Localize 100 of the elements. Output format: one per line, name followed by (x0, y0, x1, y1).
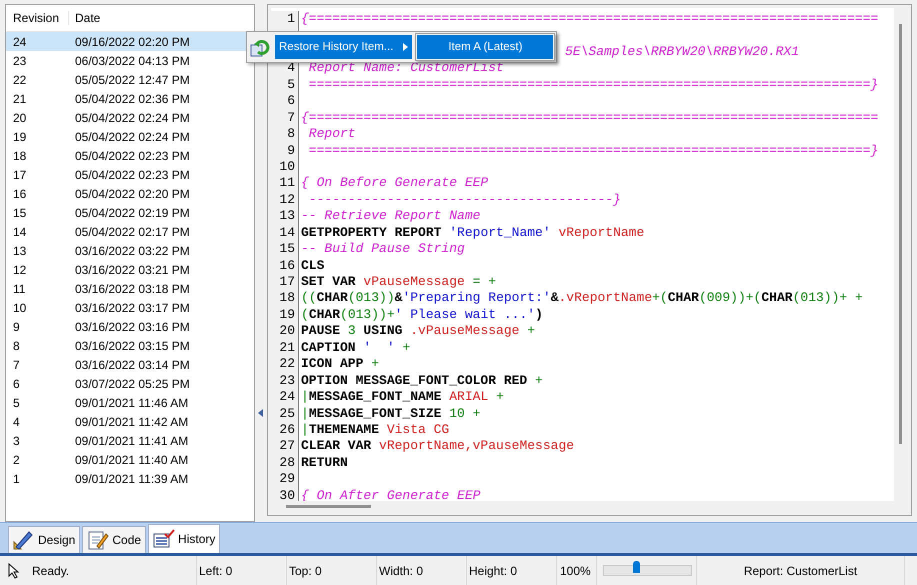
history-row[interactable]: 22 05/05/2022 12:47 PM (6, 70, 254, 89)
revision-cell-text: 14 (12, 224, 28, 238)
revision-cell-text: 8 (12, 338, 21, 352)
history-row[interactable]: 13 03/16/2022 03:22 PM (6, 241, 254, 260)
code-token: CLS (301, 258, 324, 273)
code-token: CHAR (761, 290, 793, 306)
history-row[interactable]: 16 05/04/2022 02:20 PM (6, 184, 254, 203)
code-token: MESSAGE_FONT_SIZE (308, 406, 442, 420)
code-token: CHAR (668, 290, 699, 306)
date-cell-text: 03/16/2022 03:21 PM (74, 262, 190, 276)
history-row[interactable]: 11 03/16/2022 03:18 PM (6, 279, 254, 298)
revision-cell-text: 16 (12, 186, 28, 200)
code-token: RETURN (301, 454, 348, 470)
history-row[interactable]: 1 09/01/2021 11:39 AM (6, 469, 254, 488)
code-token: ) (535, 306, 543, 322)
status-message: Ready. (32, 564, 70, 578)
code-token: PAUSE (301, 323, 342, 338)
history-row[interactable]: 17 05/04/2022 02:23 PM (6, 165, 254, 184)
code-token: ' ' (363, 340, 395, 355)
code-token: {========================================================================= (301, 110, 878, 125)
code-token: Report Name: CustomerList (308, 60, 504, 76)
code-token: + (371, 356, 380, 372)
history-row[interactable]: 5 09/01/2021 11:46 AM (6, 393, 254, 412)
code-editor[interactable] (267, 4, 912, 516)
date-cell-text: 09/01/2021 11:42 AM (74, 414, 188, 428)
code-token: CAPTION (301, 340, 357, 355)
code-token: ARIAL (449, 389, 488, 404)
line-number: 4 (287, 60, 295, 76)
code-token: ========================================================================} (308, 76, 878, 92)
column-header[interactable]: Date (69, 11, 100, 25)
revision-cell-text: 4 (12, 414, 21, 428)
history-row[interactable]: 9 03/16/2022 03:16 PM (6, 317, 254, 336)
history-row[interactable]: 18 05/04/2022 02:23 PM (6, 146, 254, 165)
date-cell-text: 05/04/2022 02:17 PM (74, 224, 190, 238)
date-cell-text: 03/16/2022 03:16 PM (74, 320, 190, 334)
menu-item[interactable]: Restore History Item... (275, 35, 412, 59)
code-token: Vista CG (386, 422, 450, 437)
report-name: Report: CustomerList (744, 564, 858, 578)
submenu-arrow-icon (403, 43, 408, 51)
revision-cell-text: 3 (12, 434, 21, 448)
date-cell-text: 03/16/2022 03:17 PM (74, 300, 190, 314)
line-number: 16 (279, 258, 295, 273)
line-number: 20 (279, 323, 295, 338)
vertical-scrollbar[interactable] (894, 8, 908, 501)
revision-cell-text: 18 (12, 148, 28, 162)
history-row[interactable]: 10 03/16/2022 03:17 PM (6, 298, 254, 317)
date-cell-text: 09/16/2022 02:20 PM (74, 34, 190, 48)
collapse-arrow-icon[interactable] (258, 409, 262, 417)
revision-cell-text: 24 (12, 34, 28, 48)
code-token: +( (652, 290, 668, 306)
code-token: MESSAGE_FONT_NAME (308, 389, 442, 404)
line-number: 27 (279, 438, 295, 454)
line-number: 25 (279, 406, 295, 420)
code-token: ' Please wait ...' (394, 306, 536, 322)
line-number: 11 (279, 175, 295, 190)
code-token: 'Report_Name' (449, 224, 551, 240)
history-row[interactable]: 14 05/04/2022 02:17 PM (6, 222, 254, 241)
view-tab[interactable]: History (148, 524, 220, 553)
line-number: 14 (279, 224, 295, 240)
history-row[interactable]: 7 03/16/2022 03:14 PM (6, 355, 254, 374)
history-row[interactable]: 3 09/01/2021 11:41 AM (6, 431, 254, 450)
code-token: GETPROPERTY REPORT (301, 224, 442, 240)
view-tab[interactable]: Design (8, 526, 80, 553)
history-row[interactable]: 21 05/04/2022 02:36 PM (6, 89, 254, 108)
column-header[interactable]: Revision (6, 11, 69, 25)
history-row[interactable]: 12 03/16/2022 03:21 PM (6, 260, 254, 279)
submenu-item[interactable]: Item A (Latest) (417, 35, 554, 59)
left-readout: Left: 0 (199, 564, 232, 578)
code-token: {========================================================================= (301, 11, 878, 26)
line-number: 21 (279, 340, 295, 355)
code-token: THEMENAME (308, 422, 380, 437)
code-token: (013))+ + (792, 290, 863, 306)
line-number: 7 (287, 110, 295, 125)
date-cell-text: 05/04/2022 02:20 PM (74, 186, 190, 200)
code-token: = + (472, 274, 496, 289)
revision-cell-text: 22 (12, 72, 28, 86)
history-row[interactable]: 20 05/04/2022 02:24 PM (6, 108, 254, 127)
code-token: 10 + (449, 406, 480, 420)
slider-thumb[interactable] (633, 561, 640, 573)
revision-cell-text: 1 (12, 472, 21, 486)
code-token: ========================================================================} (308, 142, 878, 158)
code-token: (013)) (348, 290, 395, 306)
date-cell-text: 09/01/2021 11:39 AM (74, 472, 188, 486)
history-row[interactable]: 19 05/04/2022 02:24 PM (6, 127, 254, 146)
history-row[interactable]: 6 03/07/2022 05:25 PM (6, 374, 254, 393)
date-cell-text: 03/16/2022 03:15 PM (74, 338, 190, 352)
revision-cell-text: 20 (12, 110, 28, 124)
line-number: 23 (279, 372, 295, 388)
code-token: 3 (348, 323, 356, 338)
code-token: CHAR (308, 306, 340, 322)
revision-cell-text: 10 (12, 300, 28, 314)
history-row[interactable]: 2 09/01/2021 11:40 AM (6, 450, 254, 469)
view-tab[interactable]: Code (82, 526, 146, 553)
history-row[interactable]: 15 05/04/2022 02:19 PM (6, 203, 254, 222)
code-token: SET VAR (301, 274, 357, 289)
revision-cell-text: 2 (12, 452, 21, 466)
history-row[interactable]: 4 09/01/2021 11:42 AM (6, 412, 254, 431)
code-token: .vPauseMessage (410, 323, 520, 338)
history-row[interactable]: 8 03/16/2022 03:15 PM (6, 336, 254, 355)
date-cell-text: 05/05/2022 12:47 PM (74, 72, 190, 86)
